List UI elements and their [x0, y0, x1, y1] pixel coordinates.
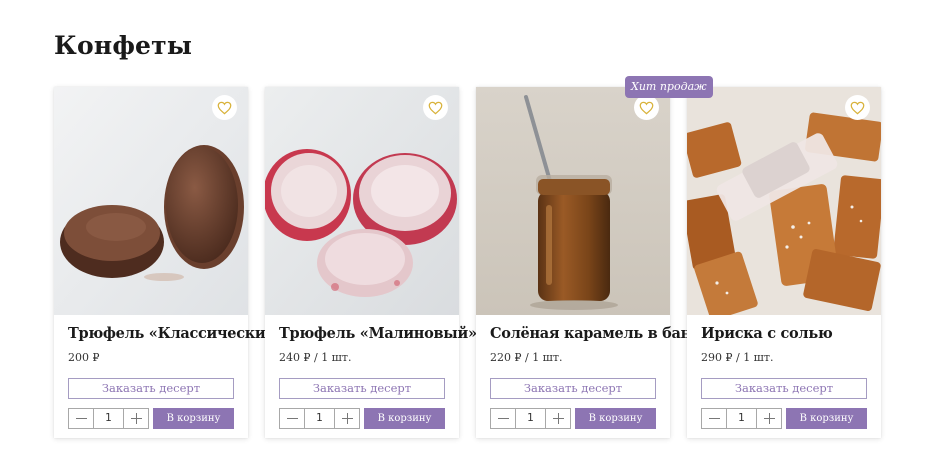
favorite-button[interactable] [845, 95, 870, 120]
favorite-button[interactable] [423, 95, 448, 120]
product-card: Трюфель «Классический» 200 ₽ Заказать де… [54, 87, 285, 438]
product-card: Трюфель «Малиновый» 240 ₽ / 1 шт. Заказа… [265, 87, 477, 438]
add-to-cart-button[interactable]: В корзину [153, 408, 234, 429]
product-price: 200 ₽ [68, 351, 100, 364]
favorite-button[interactable] [634, 95, 659, 120]
quantity-value[interactable]: 1 [515, 409, 546, 428]
heart-outline-icon [850, 101, 865, 114]
add-to-cart-button[interactable]: В корзину [575, 408, 656, 429]
increase-quantity-button[interactable] [546, 409, 570, 428]
product-card: Ириска с солью 290 ₽ / 1 шт. Заказать де… [687, 87, 881, 438]
increase-quantity-button[interactable] [757, 409, 781, 428]
order-dessert-button[interactable]: Заказать десерт [701, 378, 867, 399]
plus-icon [130, 413, 142, 424]
plus-icon [552, 413, 564, 424]
product-grid: Трюфель «Классический» 200 ₽ Заказать де… [54, 87, 881, 438]
order-dessert-button[interactable]: Заказать десерт [68, 378, 234, 399]
decrease-quantity-button[interactable] [280, 409, 304, 428]
minus-icon [286, 418, 298, 419]
product-card: Солёная карамель в банке 220 ₽ / 1 шт. З… [476, 87, 710, 438]
plus-icon [341, 413, 353, 424]
heart-outline-icon [639, 101, 654, 114]
quantity-stepper: 1 [68, 408, 149, 429]
increase-quantity-button[interactable] [124, 409, 148, 428]
bestseller-badge: Хит продаж [625, 76, 713, 98]
product-title[interactable]: Трюфель «Классический» [68, 325, 285, 342]
product-title[interactable]: Солёная карамель в банке [490, 325, 710, 342]
quantity-value[interactable]: 1 [93, 409, 124, 428]
quantity-value[interactable]: 1 [304, 409, 335, 428]
minus-icon [75, 418, 87, 419]
minus-icon [708, 418, 720, 419]
quantity-stepper: 1 [701, 408, 782, 429]
truffle-raspberry-photo [265, 87, 459, 315]
minus-icon [497, 418, 509, 419]
decrease-quantity-button[interactable] [69, 409, 93, 428]
product-price: 290 ₽ / 1 шт. [701, 351, 774, 364]
product-title[interactable]: Трюфель «Малиновый» [279, 325, 477, 342]
favorite-button[interactable] [212, 95, 237, 120]
quantity-stepper: 1 [490, 408, 571, 429]
section-title: Конфеты [54, 31, 193, 60]
heart-outline-icon [428, 101, 443, 114]
product-image[interactable] [476, 87, 670, 315]
decrease-quantity-button[interactable] [702, 409, 726, 428]
product-image[interactable] [54, 87, 248, 315]
product-price: 220 ₽ / 1 шт. [490, 351, 563, 364]
product-image[interactable] [265, 87, 459, 315]
product-image[interactable] [687, 87, 881, 315]
increase-quantity-button[interactable] [335, 409, 359, 428]
product-title[interactable]: Ириска с солью [701, 325, 867, 342]
salted-toffee-photo [687, 87, 881, 315]
decrease-quantity-button[interactable] [491, 409, 515, 428]
order-dessert-button[interactable]: Заказать десерт [279, 378, 445, 399]
product-price: 240 ₽ / 1 шт. [279, 351, 352, 364]
order-dessert-button[interactable]: Заказать десерт [490, 378, 656, 399]
quantity-stepper: 1 [279, 408, 360, 429]
quantity-value[interactable]: 1 [726, 409, 757, 428]
add-to-cart-button[interactable]: В корзину [364, 408, 445, 429]
truffle-classic-photo [54, 87, 248, 315]
add-to-cart-button[interactable]: В корзину [786, 408, 867, 429]
salted-caramel-jar-photo [476, 87, 670, 315]
heart-outline-icon [217, 101, 232, 114]
plus-icon [763, 413, 775, 424]
